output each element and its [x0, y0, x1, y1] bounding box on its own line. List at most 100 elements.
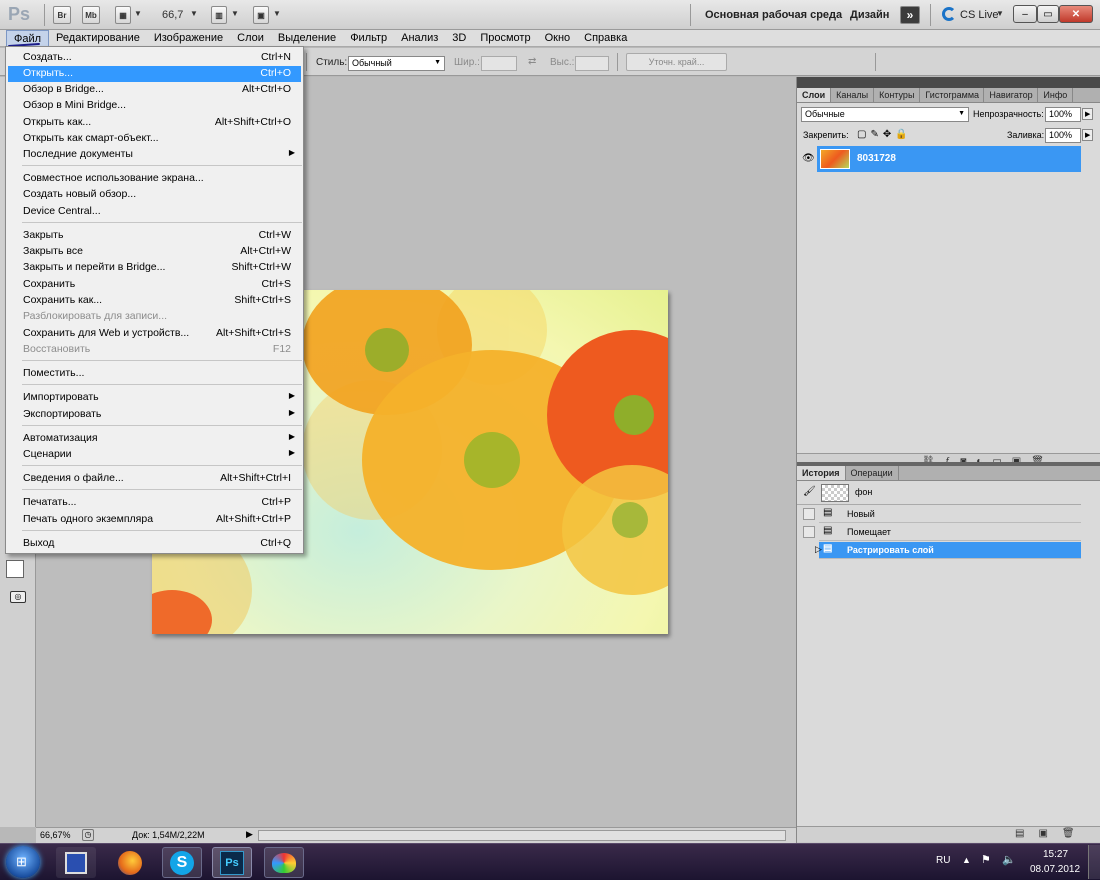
launch-bridge-button[interactable]: Br: [53, 6, 71, 24]
chevron-down-icon[interactable]: ▼: [190, 9, 198, 18]
lock-icons[interactable]: ▢✎✥🔒: [857, 129, 912, 140]
launch-mini-bridge-button[interactable]: Mb: [82, 6, 100, 24]
menu-item-browse-mini-bridge[interactable]: Обзор в Mini Bridge...: [8, 98, 301, 114]
menu-analysis[interactable]: Анализ: [394, 30, 445, 47]
screen-mode-icon[interactable]: ▣: [253, 6, 269, 24]
menu-window[interactable]: Окно: [538, 30, 578, 47]
menu-item-new[interactable]: Создать... Ctrl+N: [8, 50, 301, 66]
tab-info[interactable]: Инфо: [1038, 88, 1074, 102]
quick-mask-icon[interactable]: ◎: [10, 591, 26, 603]
horizontal-scrollbar[interactable]: [258, 830, 786, 841]
history-step[interactable]: ▤ Новый: [819, 506, 1081, 523]
taskbar-firefox-icon[interactable]: [110, 847, 150, 878]
arrange-documents-icon[interactable]: ▥: [211, 6, 227, 24]
menu-item-scripts[interactable]: Сценарии ▶: [8, 447, 301, 463]
show-desktop-button[interactable]: [1088, 845, 1100, 879]
fill-field[interactable]: 100%: [1045, 128, 1081, 143]
menu-item-open-as[interactable]: Открыть как... Alt+Shift+Ctrl+O: [8, 115, 301, 131]
menu-item-close-go-bridge[interactable]: Закрыть и перейти в Bridge... Shift+Ctrl+…: [8, 260, 301, 276]
chevron-down-icon[interactable]: ▼: [996, 9, 1004, 18]
workspace-essentials[interactable]: Основная рабочая среда: [705, 9, 842, 21]
history-actions-icons[interactable]: ▤▣🗑: [1015, 828, 1089, 839]
tab-histogram[interactable]: Гистограмма: [920, 88, 985, 102]
taskbar-paint-icon[interactable]: [264, 847, 304, 878]
minimize-button[interactable]: –: [1013, 5, 1037, 23]
menu-item-print[interactable]: Печатать... Ctrl+P: [8, 495, 301, 511]
tab-channels[interactable]: Каналы: [831, 88, 875, 102]
menu-item-new-review[interactable]: Создать новый обзор...: [8, 187, 301, 203]
cs-live-menu[interactable]: CS Live: [960, 9, 999, 21]
taskbar-skype-icon[interactable]: S: [162, 847, 202, 878]
menu-item-save-as[interactable]: Сохранить как... Shift+Ctrl+S: [8, 293, 301, 309]
menu-item-save[interactable]: Сохранить Ctrl+S: [8, 277, 301, 293]
tab-paths[interactable]: Контуры: [874, 88, 921, 102]
language-indicator[interactable]: RU: [936, 855, 950, 866]
opacity-field[interactable]: 100%: [1045, 107, 1081, 122]
clock-time[interactable]: 15:27: [1043, 849, 1068, 860]
menu-item-unlock[interactable]: Разблокировать для записи...: [8, 309, 301, 325]
menu-item-revert[interactable]: Восстановить F12: [8, 342, 301, 358]
menu-item-share-screen[interactable]: Совместное использование экрана...: [8, 171, 301, 187]
maximize-button[interactable]: ▭: [1037, 5, 1059, 23]
menu-3d[interactable]: 3D: [445, 30, 473, 47]
fill-arrow-icon[interactable]: ▶: [1082, 129, 1094, 141]
history-step[interactable]: ▤ Помещает: [819, 524, 1081, 541]
zoom-readout[interactable]: 66,67%: [40, 830, 71, 840]
menu-item-recent[interactable]: Последние документы ▶: [8, 147, 301, 163]
chevron-down-icon[interactable]: ▼: [134, 9, 142, 18]
taskbar-photoshop-icon[interactable]: Ps: [212, 847, 252, 878]
tab-history[interactable]: История: [797, 466, 846, 480]
menu-view[interactable]: Просмотр: [473, 30, 537, 47]
menu-item-close[interactable]: Закрыть Ctrl+W: [8, 228, 301, 244]
width-field[interactable]: [481, 56, 517, 71]
status-menu-arrow-icon[interactable]: ▶: [246, 829, 253, 840]
zoom-level[interactable]: 66,7: [162, 9, 183, 21]
volume-icon[interactable]: 🔈: [1002, 853, 1016, 866]
layer-name[interactable]: 8031728: [857, 153, 896, 164]
height-field[interactable]: [575, 56, 609, 71]
start-button[interactable]: ⊞: [6, 846, 40, 878]
menu-item-save-for-web[interactable]: Сохранить для Web и устройств... Alt+Shif…: [8, 326, 301, 342]
swap-icon[interactable]: ⇄: [528, 56, 536, 67]
workspace-design[interactable]: Дизайн: [850, 9, 889, 21]
menu-select[interactable]: Выделение: [271, 30, 343, 47]
history-checkbox[interactable]: [803, 526, 815, 538]
menu-item-file-info[interactable]: Сведения о файле... Alt+Shift+Ctrl+I: [8, 471, 301, 487]
menu-item-import[interactable]: Импортировать ▶: [8, 390, 301, 406]
tab-navigator[interactable]: Навигатор: [984, 88, 1039, 102]
opacity-arrow-icon[interactable]: ▶: [1082, 108, 1094, 120]
menu-help[interactable]: Справка: [577, 30, 634, 47]
style-select[interactable]: Обычный ▼: [348, 56, 445, 71]
tab-layers[interactable]: Слои: [797, 88, 832, 102]
menu-edit[interactable]: Редактирование: [49, 30, 147, 47]
layer-row[interactable]: 8031728: [817, 146, 1081, 172]
tab-actions[interactable]: Операции: [846, 466, 899, 480]
menu-item-automate[interactable]: Автоматизация ▶: [8, 431, 301, 447]
menu-item-export[interactable]: Экспортировать ▶: [8, 407, 301, 423]
menu-item-open[interactable]: Открыть... Ctrl+O: [8, 66, 301, 82]
menu-item-device-central[interactable]: Device Central...: [8, 204, 301, 220]
view-extras-icon[interactable]: ▦: [115, 6, 131, 24]
menu-item-open-smart-object[interactable]: Открыть как смарт-объект...: [8, 131, 301, 147]
history-step-selected[interactable]: ▤ Растрировать слой: [819, 542, 1081, 559]
taskbar-save-icon[interactable]: [56, 847, 96, 878]
menu-item-print-one-copy[interactable]: Печать одного экземпляра Alt+Shift+Ctrl+P: [8, 512, 301, 528]
menu-image[interactable]: Изображение: [147, 30, 230, 47]
foreground-color-swatch[interactable]: [6, 560, 24, 578]
blend-mode-select[interactable]: Обычные ▼: [801, 107, 969, 122]
status-options-icon[interactable]: ◷: [82, 829, 94, 841]
menu-filter[interactable]: Фильтр: [343, 30, 394, 47]
menu-item-place[interactable]: Поместить...: [8, 366, 301, 382]
show-hidden-icons-icon[interactable]: ▲: [962, 855, 971, 865]
refine-edge-button[interactable]: Уточн. край...: [626, 53, 727, 71]
chevron-down-icon[interactable]: ▼: [273, 9, 281, 18]
eye-icon[interactable]: 👁: [802, 153, 815, 164]
history-snapshot[interactable]: 🖌 фон: [797, 481, 1081, 505]
menu-layers[interactable]: Слои: [230, 30, 271, 47]
clock-date[interactable]: 08.07.2012: [1030, 864, 1080, 875]
more-workspaces-icon[interactable]: »: [900, 6, 920, 24]
chevron-down-icon[interactable]: ▼: [231, 9, 239, 18]
network-icon[interactable]: ⚑: [981, 853, 991, 866]
menu-item-exit[interactable]: Выход Ctrl+Q: [8, 536, 301, 552]
menu-item-browse-bridge[interactable]: Обзор в Bridge... Alt+Ctrl+O: [8, 82, 301, 98]
